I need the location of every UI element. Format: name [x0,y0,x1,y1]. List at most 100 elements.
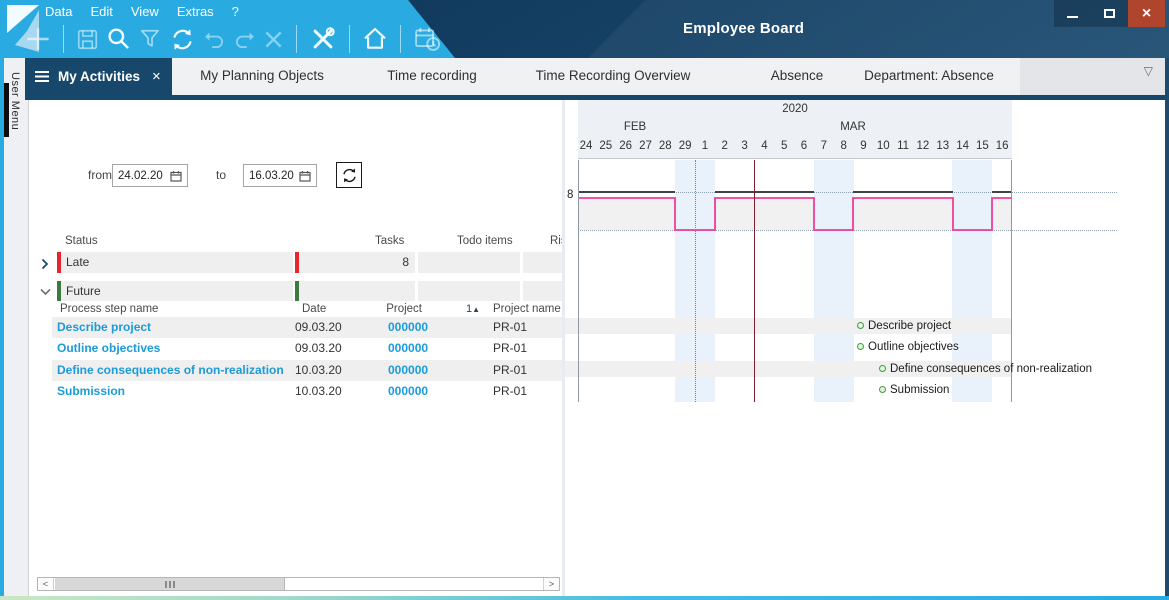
window-title: Employee Board [683,20,804,37]
refresh-button[interactable] [170,27,195,52]
scroll-left-button[interactable]: < [38,578,54,590]
tab-underline [25,95,1165,100]
tab-time-recording-overview[interactable]: Time Recording Overview [536,68,691,83]
tab-time-recording[interactable]: Time recording [387,68,477,83]
toolbar-separator [63,25,64,53]
tab-absence[interactable]: Absence [771,68,824,83]
tab-my-planning-objects[interactable]: My Planning Objects [200,68,324,83]
maximize-button[interactable] [1091,0,1128,27]
tab-close-icon[interactable]: × [152,68,161,85]
tasks-count: 8 [369,255,409,269]
table-row[interactable]: Define consequences of non-realization 1… [52,360,562,382]
status-color-bar [57,252,61,273]
from-date-value: 24.02.20 [118,170,163,182]
from-label: from [88,168,112,182]
menu-item-edit[interactable]: Edit [90,4,112,19]
milestone-marker[interactable] [857,322,864,329]
process-step-link[interactable]: Outline objectives [57,341,160,355]
col-project-name[interactable]: Project name [493,303,561,315]
chevron-right-icon[interactable] [41,258,49,270]
col-project[interactable]: Project [365,303,422,315]
project-link[interactable]: 000000 [388,363,423,377]
window-border-right [1165,58,1169,600]
filter-button[interactable] [140,29,161,50]
table-row[interactable]: Outline objectives 09.03.20 000000 PR-01 [52,338,562,360]
undo-button[interactable] [204,29,225,50]
col-process-step-name[interactable]: Process step name [60,303,158,315]
minimize-button[interactable] [1054,0,1091,27]
project-link[interactable]: 000000 [388,384,423,398]
tools-icon [310,26,336,52]
sort-indicator[interactable]: 1▲ [466,303,480,315]
tab-bar: My Activities × My Planning Objects Time… [25,58,1165,95]
milestone-marker[interactable] [857,343,864,350]
filter-icon [140,29,161,50]
menu-item-help[interactable]: ? [232,4,239,19]
tab-department-absence[interactable]: Department: Absence [864,68,994,83]
table-row[interactable]: Describe project 09.03.20 000000 PR-01 [52,317,562,339]
window-controls: × [1054,0,1165,27]
calendar-icon[interactable] [299,170,311,182]
tab-my-activities[interactable]: My Activities × [25,58,172,95]
add-icon [26,27,50,51]
hamburger-icon[interactable] [34,70,50,83]
home-icon [363,27,387,51]
planning-board-button[interactable] [414,26,441,52]
sort-arrow-up-icon: ▲ [472,305,480,314]
activities-pane: from 24.02.20 to 16.03.20 Status Tasks T… [29,100,562,596]
menu-item-extras[interactable]: Extras [177,4,214,19]
col-date[interactable]: Date [302,303,326,315]
add-button[interactable] [26,27,50,51]
project-link[interactable]: 000000 [388,320,423,334]
project-name-cell: PR-01 [493,341,527,355]
milestone-label: Outline objectives [868,341,959,353]
calendar-icon[interactable] [170,170,182,182]
status-color-bar [57,281,61,301]
save-button[interactable] [77,29,98,50]
app-window: Data Edit View Extras ? [0,0,1169,600]
delete-button[interactable] [264,30,283,49]
toolbar-separator [296,25,297,53]
milestone-marker[interactable] [879,365,886,372]
chevron-down-icon[interactable] [40,288,51,296]
menu-item-data[interactable]: Data [45,4,72,19]
project-link[interactable]: 000000 [388,341,423,355]
save-icon [77,29,98,50]
col-risks[interactable]: Risks [550,235,562,247]
toolbar [26,23,441,55]
to-date-value: 16.03.20 [249,170,294,182]
gantt-pane: 2020 FEB MAR 24 25 26 27 28 29 1 2 3 4 5… [565,100,1165,596]
summary-row-late[interactable]: Late 8 [29,252,562,273]
col-status[interactable]: Status [65,235,98,247]
apply-filter-button[interactable] [336,162,362,188]
to-date-input[interactable]: 16.03.20 [243,164,317,187]
col-todo-items[interactable]: Todo items [457,235,513,247]
refresh-icon [341,167,358,184]
scrollbar-thumb[interactable] [55,578,285,590]
redo-button[interactable] [234,29,255,50]
process-step-link[interactable]: Submission [57,384,125,398]
undo-icon [204,29,225,50]
project-name-cell: PR-01 [493,384,527,398]
search-button[interactable] [107,27,131,51]
user-menu-strip[interactable]: User Menu [4,58,29,596]
process-step-link[interactable]: Define consequences of non-realization [57,363,284,377]
col-tasks[interactable]: Tasks [375,235,404,247]
user-menu-label: User Menu [9,72,21,130]
horizontal-scrollbar[interactable]: < > [37,577,560,591]
milestone-marker[interactable] [879,386,886,393]
date-cell: 10.03.20 [295,384,342,398]
process-step-link[interactable]: Describe project [57,320,151,334]
menu-item-view[interactable]: View [131,4,159,19]
tools-button[interactable] [310,26,336,52]
scroll-right-button[interactable]: > [543,578,559,590]
tab-overflow-icon[interactable]: ▽ [1144,64,1153,78]
from-date-input[interactable]: 24.02.20 [112,164,188,187]
table-row[interactable]: Submission 10.03.20 000000 PR-01 [52,381,562,403]
project-name-cell: PR-01 [493,363,527,377]
close-icon [264,30,283,49]
close-window-button[interactable]: × [1128,0,1165,27]
summary-row-future[interactable]: Future [29,281,562,301]
tab-overflow-zone: ▽ [1020,58,1165,95]
home-button[interactable] [363,27,387,51]
